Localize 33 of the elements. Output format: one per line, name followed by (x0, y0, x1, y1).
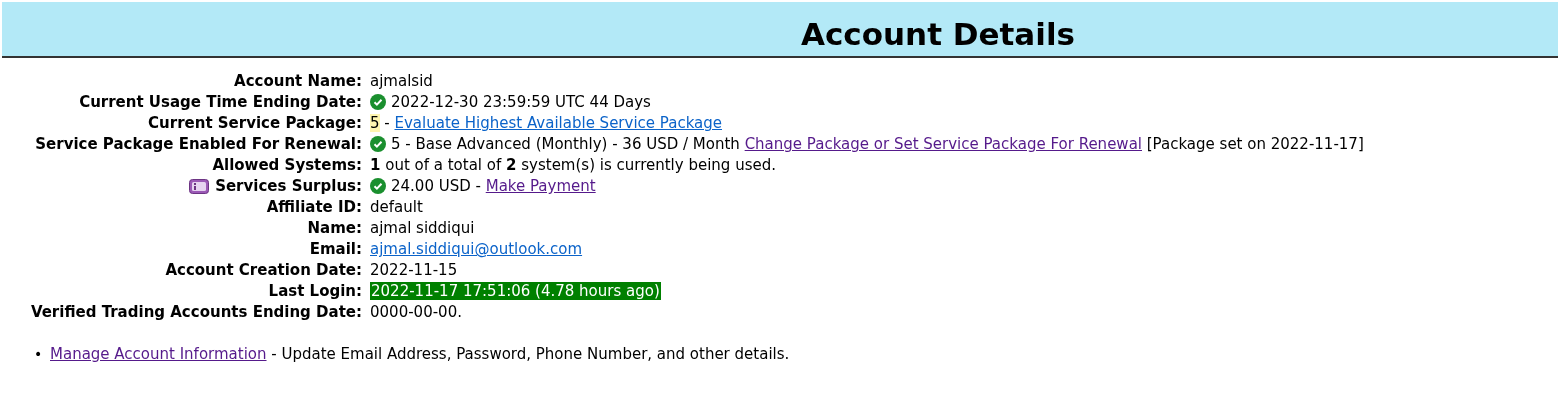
link-description: - Update Email Address, Password, Phone Number, and other details. (270, 345, 790, 363)
highlighted-value: 2022-11-17 17:51:06 (4.78 hours ago) (370, 282, 661, 300)
value-text: 2022-11-15 (370, 261, 458, 279)
link[interactable]: ajmal.siddiqui@outlook.com (370, 240, 583, 258)
value-text: ajmalsid (370, 72, 433, 90)
field-label: Service Package Enabled For Renewal: (35, 135, 362, 153)
field-label: Current Service Package: (148, 114, 362, 132)
value-text: - (383, 114, 391, 132)
link[interactable]: Make Payment (485, 177, 596, 195)
value-text: 0000-00-00. (370, 303, 462, 321)
link[interactable]: Evaluate Highest Available Service Package (394, 114, 722, 132)
field-label: Name: (307, 219, 362, 237)
link[interactable]: Manage Account Information (50, 345, 267, 363)
field-label: Services Surplus: (215, 177, 362, 195)
link[interactable]: Change Package or Set Service Package For Renewal (744, 135, 1142, 153)
field-label: Last Login: (268, 282, 362, 300)
field-label: Affiliate ID: (266, 198, 362, 216)
value-text: 5 - Base Advanced (Monthly) - 36 USD / Month (391, 135, 741, 153)
bullet: • (34, 345, 44, 363)
value-text: 1 out of a total of 2 system(s) is currently being used. (370, 156, 776, 174)
field-label: Current Usage Time Ending Date: (79, 93, 362, 111)
page-title: Account Details (801, 15, 1075, 54)
field-label: Email: (309, 240, 362, 258)
field-label: Account Creation Date: (165, 261, 362, 279)
highlighted-value: 5 (370, 114, 380, 132)
field-label: Account Name: (234, 72, 362, 90)
field-label: Verified Trading Accounts Ending Date: (30, 303, 362, 321)
value-text: [Package set on 2022-11-17] (1145, 135, 1364, 153)
value-text: ajmal siddiqui (370, 219, 475, 237)
value-text: default (370, 198, 423, 216)
value-text: 24.00 USD - (391, 177, 482, 195)
field-label: Allowed Systems: (212, 156, 362, 174)
value-text: 2022-12-30 23:59:59 UTC 44 Days (391, 93, 651, 111)
